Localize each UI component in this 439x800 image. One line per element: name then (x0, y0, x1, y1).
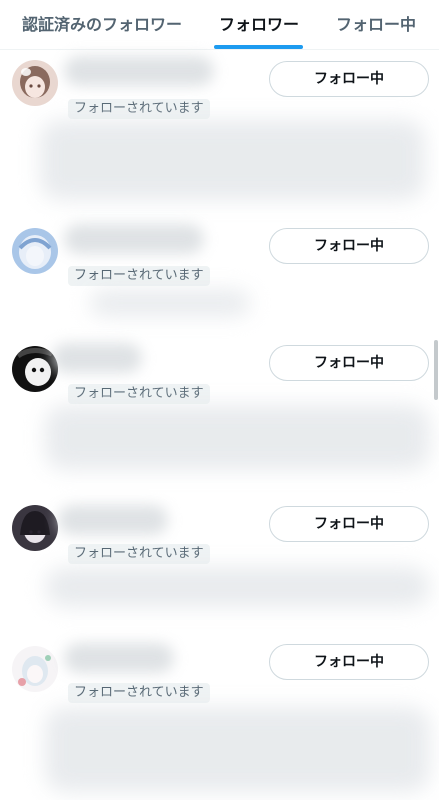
username-blurred (64, 56, 214, 86)
avatar[interactable] (12, 646, 58, 692)
following-button[interactable]: フォロー中 (269, 506, 429, 542)
user-row[interactable]: フォローされています フォロー中 (0, 50, 439, 218)
following-button[interactable]: フォロー中 (269, 228, 429, 264)
tab-following[interactable]: フォロー中 (336, 0, 416, 50)
following-button[interactable]: フォロー中 (269, 644, 429, 680)
avatar[interactable] (12, 505, 58, 551)
username-blurred (58, 505, 168, 535)
avatar[interactable] (12, 60, 58, 106)
tab-bar: 認証済みのフォロワー フォロワー フォロー中 (0, 0, 439, 50)
bio-blurred (45, 567, 430, 607)
tab-verified-followers[interactable]: 認証済みのフォロワー (22, 0, 182, 50)
username-blurred (64, 224, 204, 254)
bio-blurred (45, 707, 430, 792)
following-button[interactable]: フォロー中 (269, 345, 429, 381)
follows-you-badge: フォローされています (68, 683, 210, 703)
avatar-monochrome-icon (12, 346, 58, 392)
active-tab-indicator (214, 45, 303, 49)
tab-followers[interactable]: フォロワー (219, 0, 299, 50)
avatar-girl-brown-hair-icon (12, 60, 58, 106)
avatar-dark-hair-girl-icon (12, 505, 58, 551)
bio-blurred (90, 290, 250, 316)
follows-you-badge: フォローされています (68, 266, 210, 286)
username-blurred (52, 343, 142, 373)
user-row[interactable]: フォローされています フォロー中 (0, 218, 439, 333)
follows-you-badge: フォローされています (68, 544, 210, 564)
avatar[interactable] (12, 228, 58, 274)
bio-blurred (45, 405, 430, 470)
user-row[interactable]: フォローされています フォロー中 (0, 481, 439, 621)
scrollbar[interactable] (434, 340, 438, 400)
following-button[interactable]: フォロー中 (269, 61, 429, 97)
bio-blurred (40, 120, 425, 200)
avatar-flower-girl-icon (12, 646, 58, 692)
avatar-blue-anime-icon (12, 228, 58, 274)
username-blurred (64, 643, 174, 673)
avatar[interactable] (12, 346, 58, 392)
follows-you-badge: フォローされています (68, 384, 210, 404)
user-row[interactable]: フォローされています フォロー中 (0, 621, 439, 800)
user-row[interactable]: フォローされています フォロー中 (0, 333, 439, 481)
follows-you-badge: フォローされています (68, 99, 210, 119)
